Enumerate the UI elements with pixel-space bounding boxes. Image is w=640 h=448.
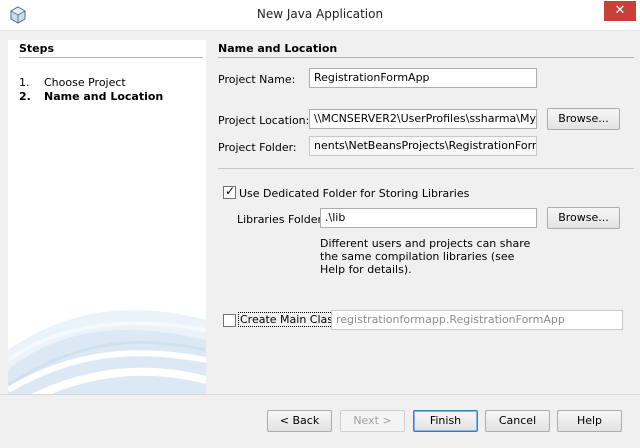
step-number: 1. xyxy=(19,76,30,89)
main-class-field: registrationformapp.RegistrationFormApp xyxy=(331,310,623,330)
name-location-form: Name and Location Project Name: Registra… xyxy=(210,40,634,394)
close-icon: ✕ xyxy=(614,3,626,18)
cancel-button[interactable]: Cancel xyxy=(485,410,550,432)
footer-divider xyxy=(0,394,640,395)
close-button[interactable]: ✕ xyxy=(604,1,636,21)
project-folder-label: Project Folder: xyxy=(218,141,297,154)
dedicated-folder-label[interactable]: Use Dedicated Folder for Storing Librari… xyxy=(239,187,469,200)
checkmark-icon: ✓ xyxy=(225,184,236,198)
back-button[interactable]: < Back xyxy=(267,410,332,432)
create-main-class-checkbox[interactable] xyxy=(223,314,236,327)
step-number: 2. xyxy=(19,90,31,103)
libraries-note: Different users and projects can share t… xyxy=(320,237,531,276)
project-location-label: Project Location: xyxy=(218,114,310,127)
create-main-class-label[interactable]: Create Main Class xyxy=(238,312,341,327)
project-location-input[interactable]: \\MCNSERVER2\UserProfiles\ssharma\My Doc xyxy=(309,109,537,129)
project-name-label: Project Name: xyxy=(218,73,296,86)
title-bar: New Java Application ✕ xyxy=(0,0,640,31)
project-name-input[interactable]: RegistrationFormApp xyxy=(309,68,537,88)
step-label: Choose Project xyxy=(44,76,126,89)
help-button[interactable]: Help xyxy=(557,410,622,432)
libraries-folder-label: Libraries Folder: xyxy=(237,213,326,226)
project-folder-field: nents\NetBeansProjects\RegistrationFormA… xyxy=(309,136,537,156)
browse-location-button[interactable]: Browse... xyxy=(547,108,620,130)
window-title: New Java Application xyxy=(256,7,384,21)
next-button[interactable]: Next > xyxy=(340,410,405,432)
step-label: Name and Location xyxy=(44,90,164,103)
steps-title: Steps xyxy=(19,42,55,55)
section-title: Name and Location xyxy=(218,42,338,55)
form-divider xyxy=(218,168,634,169)
section-divider xyxy=(218,57,634,58)
browse-libraries-button[interactable]: Browse... xyxy=(547,207,620,229)
decorative-wave-graphic xyxy=(8,310,206,394)
finish-button[interactable]: Finish xyxy=(413,410,478,432)
create-main-class-text: Create Main Class xyxy=(238,312,341,327)
libraries-folder-input[interactable]: .\lib xyxy=(320,208,537,228)
dialog-window: New Java Application ✕ Steps 1. Choose P… xyxy=(0,0,640,448)
steps-divider xyxy=(19,57,203,58)
dedicated-folder-checkbox[interactable]: ✓ xyxy=(223,184,236,199)
wizard-content: Steps 1. Choose Project 2. Name and Loca… xyxy=(0,32,640,394)
steps-panel: Steps 1. Choose Project 2. Name and Loca… xyxy=(8,40,206,394)
